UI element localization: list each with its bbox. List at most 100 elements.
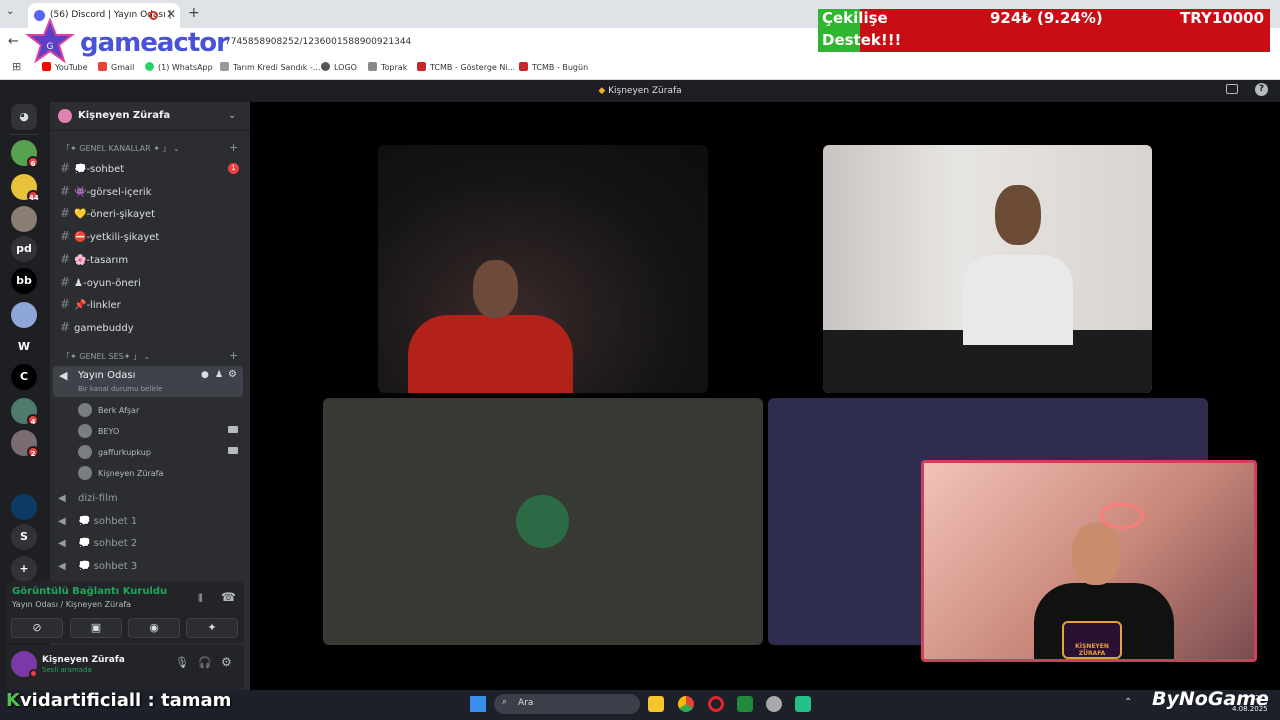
voice-participant[interactable]: Berk Afşar (78, 403, 139, 417)
server-menu-chevron-icon[interactable]: ⌄ (228, 110, 236, 121)
voice-channel-name: 💭 sohbet 1 (78, 515, 138, 527)
create-channel-icon[interactable]: + (229, 141, 238, 154)
channel-status-prompt[interactable]: Bir kanal durumu belirle (78, 385, 162, 393)
voice-channel-item[interactable]: ◀ 💭 sohbet 3 (58, 561, 137, 572)
opera-icon[interactable] (708, 696, 724, 712)
voice-channel-item[interactable]: ◀ dizi-film (58, 493, 118, 504)
help-icon[interactable]: ? (1255, 83, 1268, 96)
text-channel-name: 📌-linkler (74, 300, 121, 312)
steam-icon[interactable] (766, 696, 782, 712)
participant-head (995, 185, 1041, 245)
server-icon-13[interactable]: + (11, 556, 37, 582)
server-icon-9[interactable]: 2 (11, 430, 39, 458)
microphone-icon[interactable]: 🎙 (175, 656, 189, 669)
url-field[interactable]: 77458589082­52/1236001588900921344 (225, 37, 411, 47)
share-screen-button[interactable]: ▣ (70, 618, 122, 638)
video-tile-beyo[interactable] (823, 145, 1152, 393)
server-icon-7[interactable]: C (11, 364, 37, 390)
back-arrow-icon[interactable]: ← (8, 34, 19, 49)
server-icon-1[interactable]: 44 (11, 174, 39, 202)
app-icon[interactable] (795, 696, 811, 712)
server-icon-4[interactable]: bb (11, 268, 37, 294)
bookmark-logo[interactable]: LOGO (321, 62, 357, 72)
user-name[interactable]: Kişneyen Zürafa (42, 655, 125, 665)
chat-bubble-icon[interactable]: ● (201, 370, 209, 380)
server-icon-label: bb (16, 274, 32, 287)
server-icon-8[interactable]: 4 (11, 398, 39, 426)
text-channel-item[interactable]: # 📌-linkler (60, 297, 121, 311)
minecraft-icon[interactable] (737, 696, 753, 712)
tab-list-chevron-icon[interactable]: ⌄ (6, 6, 14, 17)
participant-silhouette (963, 255, 1073, 345)
category-voice-channels[interactable]: 「✦ GENEL SES✦ 」 ⌄ (62, 351, 150, 362)
text-channel-item[interactable]: # gamebuddy (60, 320, 134, 334)
chrome-icon[interactable] (678, 696, 694, 712)
server-name-header[interactable]: Kişneyen Zürafa (78, 110, 170, 121)
inbox-icon[interactable] (1226, 84, 1238, 94)
voice-channel-item[interactable]: ◀ 💭 sohbet 1 (58, 516, 137, 527)
participant-avatar (78, 445, 92, 459)
voice-participant[interactable]: BEYO (78, 424, 119, 438)
text-channel-item[interactable]: # 🌸-tasarım (60, 252, 128, 266)
server-icon-0[interactable]: 6 (11, 140, 39, 168)
activities-button[interactable]: ◉ (128, 618, 180, 638)
participant-avatar (516, 495, 569, 548)
participant-avatar (78, 403, 92, 417)
server-icon-5[interactable] (11, 302, 37, 328)
apps-grid-icon[interactable]: ⊞ (12, 60, 21, 73)
hashtag-icon: # (60, 251, 71, 266)
tray-chevron-icon[interactable]: ⌃ (1124, 697, 1132, 708)
create-voice-channel-icon[interactable]: + (229, 349, 238, 362)
text-channel-item[interactable]: # 💭-sohbet (60, 161, 124, 175)
toggle-camera-button[interactable]: ⊘ (11, 618, 63, 638)
video-tile-gaffurkupkup[interactable] (323, 398, 763, 645)
hashtag-icon: # (60, 206, 71, 221)
voice-connected-status[interactable]: Görüntülü Bağlantı Kuruldu (12, 586, 167, 597)
text-channel-item[interactable]: # ⛔-yetkili-şikayet (60, 229, 159, 243)
channel-settings-gear-icon[interactable]: ⚙ (228, 369, 237, 380)
text-channel-name: 💛-öneri-şikayet (74, 209, 156, 221)
active-voice-channel-name: Yayın Odası (78, 370, 136, 381)
speaker-icon: ◀ (58, 493, 66, 504)
server-icon-6[interactable]: W (11, 334, 37, 360)
voice-participant[interactable]: gaffurkupkup (78, 445, 151, 459)
voice-channel-item[interactable]: ◀ 💭 sohbet 2 (58, 538, 137, 549)
participant-name: BEYO (98, 427, 120, 436)
voice-participant[interactable]: Kişneyen Zürafa (78, 466, 163, 480)
text-channel-item[interactable]: # 👾-görsel-içerik (60, 184, 152, 198)
disconnect-icon[interactable]: ☎ (221, 590, 236, 604)
server-icon-3[interactable]: pd (11, 236, 37, 262)
bookmark-toprak[interactable]: Toprak (368, 62, 407, 72)
user-settings-gear-icon[interactable]: ⚙ (221, 655, 232, 669)
text-channel-item[interactable]: # 💛-öneri-şikayet (60, 206, 155, 220)
participant-avatar (78, 466, 92, 480)
noise-suppression-icon[interactable]: ⦀ (198, 592, 203, 606)
file-explorer-icon[interactable] (648, 696, 664, 712)
soundboard-button[interactable]: ✦ (186, 618, 238, 638)
bookmark-tcmb-gosterge[interactable]: TCMB - Gösterge Ni... (417, 62, 515, 72)
server-mention-badge: 6 (27, 156, 39, 168)
category-text-channels[interactable]: 「✦ GENEL KANALLAR ✦ 」 ⌄ (62, 143, 180, 154)
participant-name: Berk Afşar (98, 406, 140, 415)
discord-home-icon[interactable]: ◕ (11, 104, 37, 130)
bynogame-watermark: ByNoGame (1152, 688, 1269, 710)
bookmark-tcmb-bugun[interactable]: TCMB - Bugün (519, 62, 588, 72)
bookmark-tarim-kredi[interactable]: Tarım Kredi Sandık -... (220, 62, 320, 72)
windows-start-icon[interactable] (470, 696, 486, 712)
server-icon-10[interactable] (11, 462, 37, 488)
taskbar-search[interactable]: ⌕ Ara (494, 694, 640, 714)
guild-icon (58, 109, 72, 123)
text-channel-item[interactable]: # ♟-oyun-öneri (60, 275, 141, 289)
server-icon-11[interactable] (11, 494, 37, 520)
voice-connected-location[interactable]: Yayın Odası / Kişneyen Zürafa (12, 600, 131, 609)
headphones-icon[interactable]: 🎧 (198, 656, 212, 669)
invite-user-icon[interactable]: ♟ (215, 370, 223, 380)
donation-goal: TRY10000 (1180, 9, 1265, 27)
server-icon-2[interactable] (11, 206, 37, 232)
server-mention-badge: 2 (27, 446, 39, 458)
text-channel-name: ⛔-yetkili-şikayet (74, 232, 160, 244)
server-icon-12[interactable]: S (11, 524, 37, 550)
window-title: Kişneyen Zürafa (608, 86, 682, 96)
video-tile-berk[interactable] (378, 145, 708, 393)
donation-label-line1: Çekilişe (822, 9, 888, 27)
